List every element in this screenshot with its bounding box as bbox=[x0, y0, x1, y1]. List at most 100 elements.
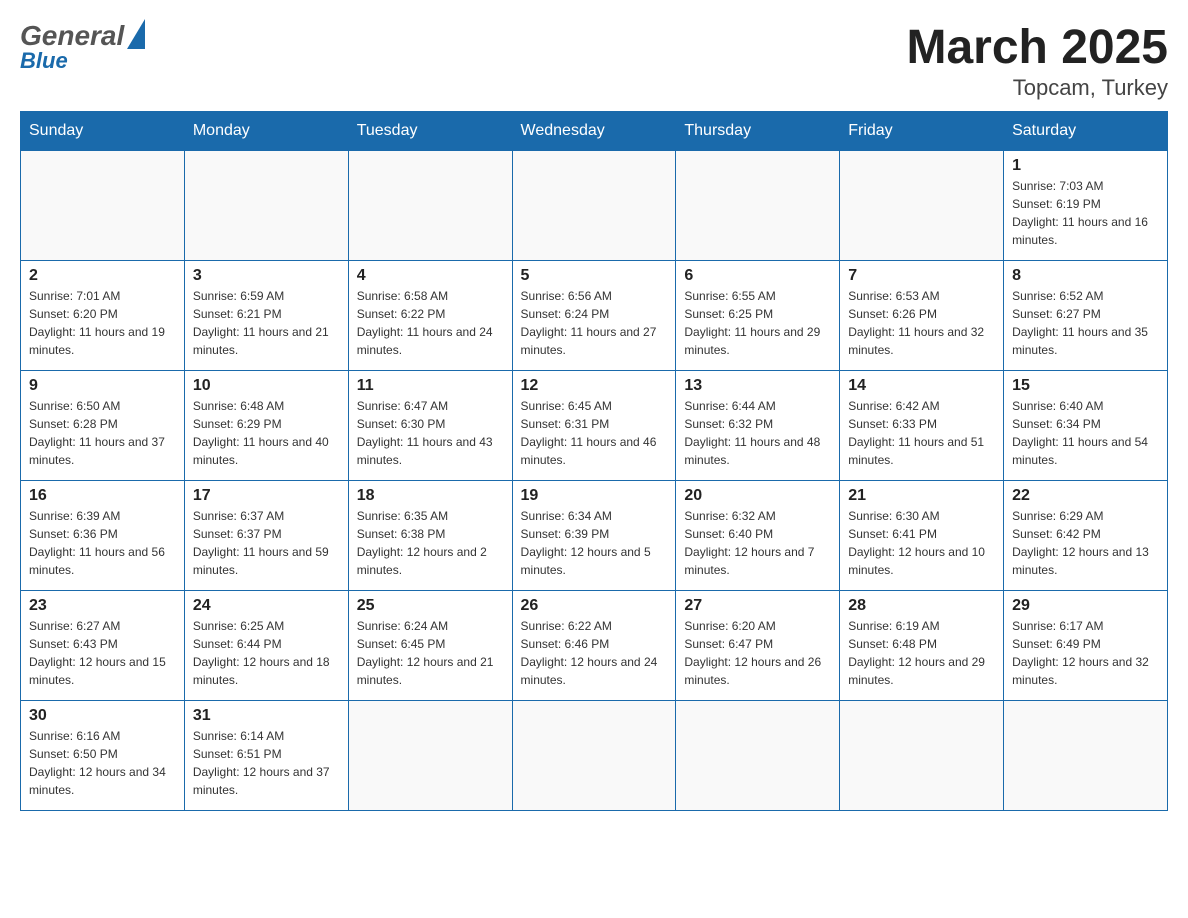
day-info: Sunrise: 7:01 AM Sunset: 6:20 PM Dayligh… bbox=[29, 287, 176, 359]
calendar-cell bbox=[676, 701, 840, 811]
calendar-cell: 2 Sunrise: 7:01 AM Sunset: 6:20 PM Daylig… bbox=[21, 261, 185, 371]
logo-blue-text: Blue bbox=[20, 48, 68, 74]
calendar-cell: 11Sunrise: 6:47 AM Sunset: 6:30 PM Dayli… bbox=[348, 371, 512, 481]
day-info: Sunrise: 6:27 AM Sunset: 6:43 PM Dayligh… bbox=[29, 617, 176, 689]
page-header: General Blue March 2025 Topcam, Turkey bbox=[20, 20, 1168, 101]
day-number: 5 bbox=[521, 267, 668, 285]
day-number: 2 bbox=[29, 267, 176, 285]
day-info: Sunrise: 6:29 AM Sunset: 6:42 PM Dayligh… bbox=[1012, 507, 1159, 579]
day-info: Sunrise: 6:32 AM Sunset: 6:40 PM Dayligh… bbox=[684, 507, 831, 579]
calendar-cell: 19 Sunrise: 6:34 AM Sunset: 6:39 PM Dayli… bbox=[512, 481, 676, 591]
calendar-cell: 6 Sunrise: 6:55 AM Sunset: 6:25 PM Daylig… bbox=[676, 261, 840, 371]
calendar-week-row: 16 Sunrise: 6:39 AM Sunset: 6:36 PM Dayli… bbox=[21, 481, 1168, 591]
calendar-table: SundayMondayTuesdayWednesdayThursdayFrid… bbox=[20, 111, 1168, 811]
day-number: 18 bbox=[357, 487, 504, 505]
day-number: 30 bbox=[29, 707, 176, 725]
day-number: 22 bbox=[1012, 487, 1159, 505]
day-info: Sunrise: 6:42 AM Sunset: 6:33 PM Dayligh… bbox=[848, 397, 995, 469]
calendar-cell: 12 Sunrise: 6:45 AM Sunset: 6:31 PM Dayli… bbox=[512, 371, 676, 481]
calendar-week-row: 9Sunrise: 6:50 AM Sunset: 6:28 PM Daylig… bbox=[21, 371, 1168, 481]
logo: General Blue bbox=[20, 20, 145, 74]
day-info: Sunrise: 6:30 AM Sunset: 6:41 PM Dayligh… bbox=[848, 507, 995, 579]
calendar-header-row: SundayMondayTuesdayWednesdayThursdayFrid… bbox=[21, 112, 1168, 151]
day-info: Sunrise: 6:37 AM Sunset: 6:37 PM Dayligh… bbox=[193, 507, 340, 579]
calendar-cell: 1 Sunrise: 7:03 AM Sunset: 6:19 PM Daylig… bbox=[1004, 151, 1168, 261]
calendar-header-thursday: Thursday bbox=[676, 112, 840, 151]
calendar-cell: 7Sunrise: 6:53 AM Sunset: 6:26 PM Daylig… bbox=[840, 261, 1004, 371]
day-number: 1 bbox=[1012, 157, 1159, 175]
calendar-cell: 8 Sunrise: 6:52 AM Sunset: 6:27 PM Daylig… bbox=[1004, 261, 1168, 371]
location-subtitle: Topcam, Turkey bbox=[907, 75, 1169, 101]
day-info: Sunrise: 6:39 AM Sunset: 6:36 PM Dayligh… bbox=[29, 507, 176, 579]
calendar-cell: 31 Sunrise: 6:14 AM Sunset: 6:51 PM Dayli… bbox=[184, 701, 348, 811]
calendar-header-tuesday: Tuesday bbox=[348, 112, 512, 151]
day-info: Sunrise: 6:40 AM Sunset: 6:34 PM Dayligh… bbox=[1012, 397, 1159, 469]
calendar-cell: 30 Sunrise: 6:16 AM Sunset: 6:50 PM Dayli… bbox=[21, 701, 185, 811]
day-number: 17 bbox=[193, 487, 340, 505]
calendar-cell bbox=[184, 151, 348, 261]
calendar-week-row: 30 Sunrise: 6:16 AM Sunset: 6:50 PM Dayli… bbox=[21, 701, 1168, 811]
calendar-cell: 25 Sunrise: 6:24 AM Sunset: 6:45 PM Dayli… bbox=[348, 591, 512, 701]
day-number: 10 bbox=[193, 377, 340, 395]
calendar-cell bbox=[840, 701, 1004, 811]
calendar-header-saturday: Saturday bbox=[1004, 112, 1168, 151]
day-info: Sunrise: 6:16 AM Sunset: 6:50 PM Dayligh… bbox=[29, 727, 176, 799]
day-info: Sunrise: 6:55 AM Sunset: 6:25 PM Dayligh… bbox=[684, 287, 831, 359]
calendar-cell bbox=[512, 701, 676, 811]
day-info: Sunrise: 6:20 AM Sunset: 6:47 PM Dayligh… bbox=[684, 617, 831, 689]
day-number: 29 bbox=[1012, 597, 1159, 615]
calendar-header-friday: Friday bbox=[840, 112, 1004, 151]
day-number: 15 bbox=[1012, 377, 1159, 395]
day-info: Sunrise: 6:48 AM Sunset: 6:29 PM Dayligh… bbox=[193, 397, 340, 469]
calendar-cell: 29 Sunrise: 6:17 AM Sunset: 6:49 PM Dayli… bbox=[1004, 591, 1168, 701]
title-block: March 2025 Topcam, Turkey bbox=[907, 20, 1169, 101]
day-number: 31 bbox=[193, 707, 340, 725]
day-info: Sunrise: 6:59 AM Sunset: 6:21 PM Dayligh… bbox=[193, 287, 340, 359]
day-number: 4 bbox=[357, 267, 504, 285]
day-info: Sunrise: 6:24 AM Sunset: 6:45 PM Dayligh… bbox=[357, 617, 504, 689]
day-number: 21 bbox=[848, 487, 995, 505]
calendar-cell: 15 Sunrise: 6:40 AM Sunset: 6:34 PM Dayli… bbox=[1004, 371, 1168, 481]
day-number: 16 bbox=[29, 487, 176, 505]
day-info: Sunrise: 6:44 AM Sunset: 6:32 PM Dayligh… bbox=[684, 397, 831, 469]
calendar-header-monday: Monday bbox=[184, 112, 348, 151]
day-info: Sunrise: 6:52 AM Sunset: 6:27 PM Dayligh… bbox=[1012, 287, 1159, 359]
day-info: Sunrise: 6:17 AM Sunset: 6:49 PM Dayligh… bbox=[1012, 617, 1159, 689]
calendar-cell bbox=[676, 151, 840, 261]
day-number: 23 bbox=[29, 597, 176, 615]
calendar-cell bbox=[840, 151, 1004, 261]
day-number: 13 bbox=[684, 377, 831, 395]
day-number: 19 bbox=[521, 487, 668, 505]
day-info: Sunrise: 6:45 AM Sunset: 6:31 PM Dayligh… bbox=[521, 397, 668, 469]
logo-triangle-icon bbox=[127, 19, 145, 49]
day-info: Sunrise: 6:58 AM Sunset: 6:22 PM Dayligh… bbox=[357, 287, 504, 359]
calendar-cell: 28 Sunrise: 6:19 AM Sunset: 6:48 PM Dayli… bbox=[840, 591, 1004, 701]
calendar-cell: 4 Sunrise: 6:58 AM Sunset: 6:22 PM Daylig… bbox=[348, 261, 512, 371]
day-info: Sunrise: 7:03 AM Sunset: 6:19 PM Dayligh… bbox=[1012, 177, 1159, 249]
calendar-cell: 14 Sunrise: 6:42 AM Sunset: 6:33 PM Dayli… bbox=[840, 371, 1004, 481]
calendar-cell: 22 Sunrise: 6:29 AM Sunset: 6:42 PM Dayli… bbox=[1004, 481, 1168, 591]
calendar-cell: 18 Sunrise: 6:35 AM Sunset: 6:38 PM Dayli… bbox=[348, 481, 512, 591]
day-number: 11 bbox=[357, 377, 504, 395]
day-number: 14 bbox=[848, 377, 995, 395]
day-info: Sunrise: 6:35 AM Sunset: 6:38 PM Dayligh… bbox=[357, 507, 504, 579]
calendar-header-wednesday: Wednesday bbox=[512, 112, 676, 151]
day-number: 26 bbox=[521, 597, 668, 615]
calendar-cell: 3 Sunrise: 6:59 AM Sunset: 6:21 PM Daylig… bbox=[184, 261, 348, 371]
calendar-cell: 27Sunrise: 6:20 AM Sunset: 6:47 PM Dayli… bbox=[676, 591, 840, 701]
day-number: 3 bbox=[193, 267, 340, 285]
day-number: 12 bbox=[521, 377, 668, 395]
day-info: Sunrise: 6:25 AM Sunset: 6:44 PM Dayligh… bbox=[193, 617, 340, 689]
calendar-cell: 17 Sunrise: 6:37 AM Sunset: 6:37 PM Dayli… bbox=[184, 481, 348, 591]
calendar-header-sunday: Sunday bbox=[21, 112, 185, 151]
day-number: 6 bbox=[684, 267, 831, 285]
day-info: Sunrise: 6:14 AM Sunset: 6:51 PM Dayligh… bbox=[193, 727, 340, 799]
calendar-cell bbox=[348, 701, 512, 811]
day-number: 28 bbox=[848, 597, 995, 615]
day-info: Sunrise: 6:22 AM Sunset: 6:46 PM Dayligh… bbox=[521, 617, 668, 689]
day-info: Sunrise: 6:19 AM Sunset: 6:48 PM Dayligh… bbox=[848, 617, 995, 689]
day-number: 25 bbox=[357, 597, 504, 615]
day-info: Sunrise: 6:34 AM Sunset: 6:39 PM Dayligh… bbox=[521, 507, 668, 579]
calendar-cell bbox=[21, 151, 185, 261]
day-number: 8 bbox=[1012, 267, 1159, 285]
